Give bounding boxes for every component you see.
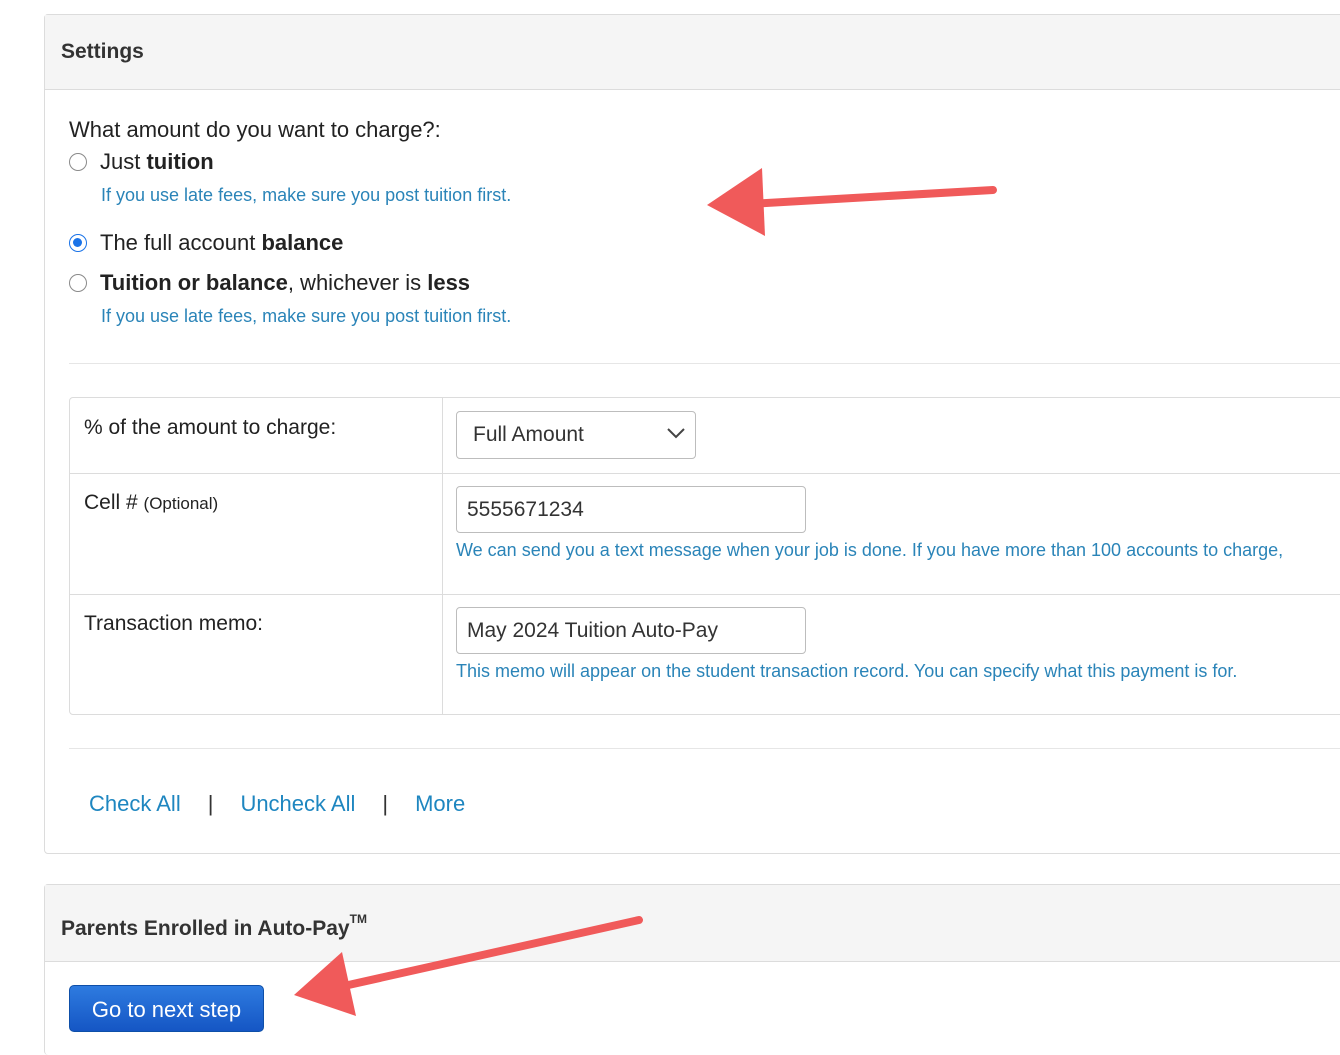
option-just-tuition[interactable]: Just tuition: [69, 149, 214, 175]
divider: [69, 748, 1340, 749]
check-all-link[interactable]: Check All: [89, 791, 181, 817]
percent-select[interactable]: Full Amount: [456, 411, 696, 459]
charge-question: What amount do you want to charge?:: [69, 117, 441, 142]
cell-input[interactable]: [456, 486, 806, 533]
chevron-down-icon: [667, 428, 685, 439]
settings-heading: Settings: [45, 15, 1340, 90]
divider: [69, 363, 1340, 364]
option-full-balance[interactable]: The full account balance: [69, 230, 343, 256]
radio-tuition-or-balance[interactable]: [69, 274, 87, 292]
cell-row: Cell # (Optional) We can send you a text…: [70, 473, 1340, 595]
option-label: The full account balance: [100, 230, 344, 255]
trademark-mark: TM: [349, 912, 367, 926]
uncheck-all-link[interactable]: Uncheck All: [240, 791, 355, 817]
memo-row: Transaction memo: This memo will appear …: [70, 594, 1340, 715]
radio-full-balance[interactable]: [69, 234, 87, 252]
option-label: Just tuition: [100, 149, 214, 174]
settings-panel: Settings What amount do you want to char…: [44, 14, 1340, 854]
option-help-text: If you use late fees, make sure you post…: [101, 185, 512, 205]
selection-links: Check All | Uncheck All | More: [89, 791, 465, 817]
radio-just-tuition[interactable]: [69, 153, 87, 171]
memo-input[interactable]: [456, 607, 806, 654]
option-help-text: If you use late fees, make sure you post…: [101, 306, 512, 326]
option-label: Tuition or balance, whichever is less: [100, 270, 471, 295]
memo-label: Transaction memo:: [84, 612, 263, 635]
more-link[interactable]: More: [415, 791, 465, 817]
cell-label: Cell # (Optional): [84, 491, 219, 514]
percent-label: % of the amount to charge:: [84, 416, 337, 439]
settings-form-table: % of the amount to charge: Full Amount C…: [69, 397, 1340, 715]
next-step-button[interactable]: Go to next step: [69, 985, 264, 1032]
enrolled-heading: Parents Enrolled in Auto-PayTM: [45, 885, 1340, 962]
percent-row: % of the amount to charge: Full Amount: [70, 398, 1340, 474]
percent-select-value: Full Amount: [473, 423, 584, 446]
option-tuition-or-balance[interactable]: Tuition or balance, whichever is less: [69, 270, 470, 296]
cell-help-text: We can send you a text message when your…: [456, 540, 1284, 560]
memo-help-text: This memo will appear on the student tra…: [456, 661, 1238, 681]
link-separator: |: [207, 791, 214, 816]
enrolled-panel: Parents Enrolled in Auto-PayTM Go to nex…: [44, 884, 1340, 1055]
link-separator: |: [382, 791, 389, 816]
